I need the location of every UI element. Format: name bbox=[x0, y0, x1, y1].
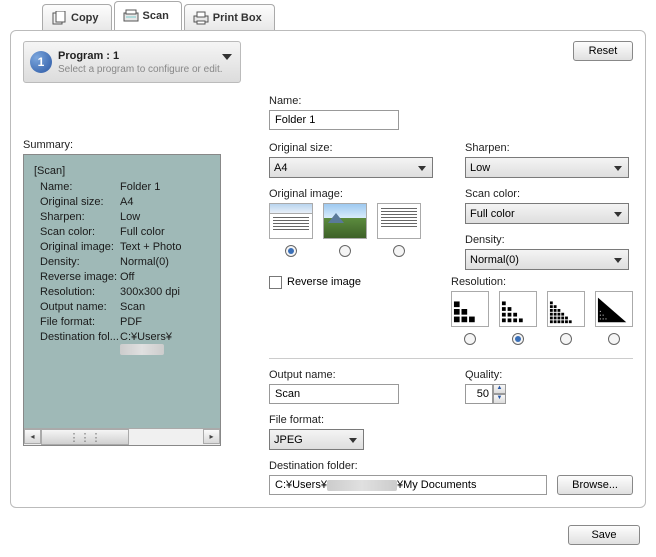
quality-spin-up[interactable]: ▲ bbox=[493, 384, 506, 394]
resolution-thumb-3[interactable] bbox=[547, 291, 585, 327]
original-image-thumb-photo[interactable] bbox=[323, 203, 367, 239]
scroll-right-icon[interactable]: ▸ bbox=[203, 429, 220, 444]
original-image-radio-3[interactable] bbox=[393, 245, 405, 257]
summary-row: Destination fol...C:¥Users¥ bbox=[34, 331, 210, 355]
scan-color-select[interactable]: Full color bbox=[465, 203, 629, 224]
scroll-left-icon[interactable]: ◂ bbox=[24, 429, 41, 444]
density-label: Density: bbox=[465, 234, 633, 246]
resolution-thumb-2[interactable] bbox=[499, 291, 537, 327]
summary-row: Output name:Scan bbox=[34, 301, 210, 313]
resolution-radio-4[interactable] bbox=[608, 333, 620, 345]
tab-bar: Copy Scan Print Box bbox=[0, 0, 656, 30]
program-subtitle: Select a program to configure or edit. bbox=[58, 64, 234, 75]
scroll-thumb[interactable]: ⋮⋮⋮ bbox=[41, 429, 129, 445]
program-number-badge: 1 bbox=[30, 51, 52, 73]
original-size-label: Original size: bbox=[269, 142, 437, 154]
tab-scan-label: Scan bbox=[143, 10, 169, 22]
summary-row: Original size:A4 bbox=[34, 196, 210, 208]
original-image-radio-1[interactable] bbox=[285, 245, 297, 257]
quality-spin-down[interactable]: ▼ bbox=[493, 394, 506, 404]
save-button[interactable]: Save bbox=[568, 525, 640, 545]
destination-label: Destination folder: bbox=[269, 460, 633, 472]
output-name-input[interactable] bbox=[269, 384, 399, 404]
resolution-thumb-4[interactable] bbox=[595, 291, 633, 327]
program-title: Program : 1 bbox=[58, 50, 234, 62]
program-selector[interactable]: 1 Program : 1 Select a program to config… bbox=[23, 41, 241, 83]
tab-printbox-label: Print Box bbox=[213, 12, 262, 24]
summary-label: Summary: bbox=[23, 139, 241, 151]
summary-scrollbar[interactable]: ◂ ⋮⋮⋮ ▸ bbox=[24, 428, 220, 445]
file-format-label: File format: bbox=[269, 414, 633, 426]
density-select[interactable]: Normal(0) bbox=[465, 249, 629, 270]
printbox-icon bbox=[193, 11, 209, 25]
original-image-label: Original image: bbox=[269, 188, 437, 200]
summary-row: Reverse image:Off bbox=[34, 271, 210, 283]
app-window: Copy Scan Print Box 1 Program : 1 Select… bbox=[0, 0, 656, 557]
resolution-radio-1[interactable] bbox=[464, 333, 476, 345]
summary-row: Scan color:Full color bbox=[34, 226, 210, 238]
main-panel: 1 Program : 1 Select a program to config… bbox=[10, 30, 646, 508]
summary-row: Sharpen:Low bbox=[34, 211, 210, 223]
original-image-thumb-text[interactable] bbox=[377, 203, 421, 239]
summary-row: Original image:Text + Photo bbox=[34, 241, 210, 253]
original-image-radio-2[interactable] bbox=[339, 245, 351, 257]
tab-printbox[interactable]: Print Box bbox=[184, 4, 275, 30]
summary-heading: [Scan] bbox=[34, 165, 210, 177]
resolution-label: Resolution: bbox=[451, 276, 633, 288]
original-size-select[interactable]: A4 bbox=[269, 157, 433, 178]
destination-input[interactable]: C:¥Users¥¥My Documents bbox=[269, 475, 547, 495]
reverse-image-checkbox[interactable]: Reverse image bbox=[269, 276, 361, 288]
original-image-thumb-textphoto[interactable] bbox=[269, 203, 313, 239]
scan-color-label: Scan color: bbox=[465, 188, 633, 200]
sharpen-label: Sharpen: bbox=[465, 142, 633, 154]
sharpen-select[interactable]: Low bbox=[465, 157, 629, 178]
summary-row: File format:PDF bbox=[34, 316, 210, 328]
resolution-thumb-1[interactable] bbox=[451, 291, 489, 327]
summary-row: Resolution:300x300 dpi bbox=[34, 286, 210, 298]
summary-box: [Scan] Name:Folder 1 Original size:A4 Sh… bbox=[23, 154, 221, 446]
divider bbox=[269, 358, 633, 359]
summary-row: Density:Normal(0) bbox=[34, 256, 210, 268]
redacted-text bbox=[327, 480, 397, 491]
output-name-label: Output name: bbox=[269, 369, 437, 381]
browse-button[interactable]: Browse... bbox=[557, 475, 633, 495]
scan-icon bbox=[123, 9, 139, 23]
tab-copy-label: Copy bbox=[71, 12, 99, 24]
name-label: Name: bbox=[269, 95, 633, 107]
summary-row: Name:Folder 1 bbox=[34, 181, 210, 193]
resolution-radio-3[interactable] bbox=[560, 333, 572, 345]
reset-button[interactable]: Reset bbox=[573, 41, 633, 61]
chevron-down-icon bbox=[222, 54, 232, 60]
name-input[interactable] bbox=[269, 110, 399, 130]
resolution-radio-2[interactable] bbox=[512, 333, 524, 345]
quality-label: Quality: bbox=[465, 369, 633, 381]
file-format-select[interactable]: JPEG bbox=[269, 429, 364, 450]
tab-copy[interactable]: Copy bbox=[42, 4, 112, 30]
quality-input[interactable] bbox=[465, 384, 493, 404]
quality-spinner[interactable]: ▲▼ bbox=[465, 384, 633, 404]
copy-icon bbox=[51, 11, 67, 25]
tab-scan[interactable]: Scan bbox=[114, 1, 182, 30]
